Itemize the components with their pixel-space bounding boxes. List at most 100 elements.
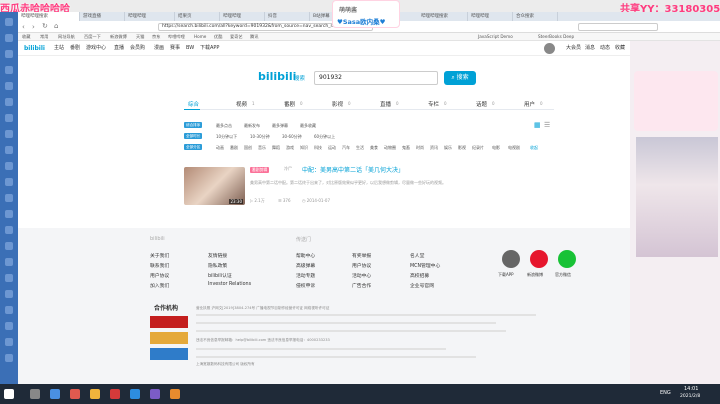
toolbar-icon[interactable] (5, 338, 13, 346)
filter-option[interactable]: 60分钟以上 (314, 134, 335, 140)
filter-option[interactable]: 10分钟以下 (216, 134, 237, 140)
taskbar-app-icon[interactable] (50, 389, 60, 399)
category-tab[interactable]: 专栏 (428, 100, 439, 108)
browser-tab[interactable]: 抖音 (265, 12, 310, 21)
zone-option[interactable]: 汽车 (342, 145, 350, 151)
zone-option[interactable]: 电影 (492, 145, 500, 151)
zone-option[interactable]: 音乐 (258, 145, 266, 151)
toolbar-icon[interactable] (5, 354, 13, 362)
list-view-icon[interactable]: ☰ (544, 121, 550, 129)
result-uploader[interactable]: 冷尸 (284, 166, 292, 172)
toolbar-icon[interactable] (5, 66, 13, 74)
home-icon[interactable]: ⌂ (54, 22, 58, 30)
nav-item[interactable]: 下载APP (200, 41, 219, 56)
toolbar-icon[interactable] (5, 226, 13, 234)
footer-link[interactable]: Investor Relations (208, 282, 251, 287)
zone-option[interactable]: 运动 (328, 145, 336, 151)
toolbar-icon[interactable] (5, 162, 13, 170)
nav-item[interactable]: 直播 (114, 41, 124, 56)
collapse-filters-link[interactable]: 收起 (530, 145, 538, 151)
zone-option[interactable]: 影视 (458, 145, 466, 151)
toolbar-icon[interactable] (5, 322, 13, 330)
toolbar-icon[interactable] (5, 130, 13, 138)
bookmark-item[interactable]: 常用 (40, 33, 48, 41)
bookmark-item[interactable]: 新浪微博 (110, 33, 127, 41)
filter-option[interactable]: 最新发布 (244, 123, 260, 129)
toolbar-icon[interactable] (5, 114, 13, 122)
nav-item[interactable]: 会员购 (130, 41, 145, 56)
footer-link[interactable]: 企业号官网 (410, 282, 434, 289)
refresh-icon[interactable]: ↻ (42, 22, 48, 30)
footer-link[interactable]: 有奖举报 (352, 252, 371, 259)
nav-item[interactable]: 漫画 (154, 41, 164, 56)
footer-link[interactable]: 活动中心 (352, 272, 371, 279)
toolbar-icon[interactable] (5, 242, 13, 250)
nav-item[interactable]: 主站 (54, 41, 64, 56)
input-language[interactable]: ENG (660, 390, 671, 396)
footer-link[interactable]: 关于我们 (150, 252, 169, 259)
footer-link[interactable]: 隐私政策 (208, 262, 227, 269)
zone-option[interactable]: 舞蹈 (272, 145, 280, 151)
grid-view-icon[interactable]: ▦ (534, 121, 541, 129)
partner-logo[interactable] (150, 316, 188, 328)
browser-tab[interactable]: 合众搜索 (513, 12, 558, 21)
footer-link[interactable]: 高级弹幕 (296, 262, 315, 269)
back-icon[interactable]: ‹ (22, 23, 25, 31)
toolbar-icon[interactable] (5, 258, 13, 266)
taskbar-app-icon[interactable] (170, 389, 180, 399)
bookmark-item[interactable]: 百度一下 (84, 33, 101, 41)
bookmark-item[interactable]: 天猫 (136, 33, 144, 41)
toolbar-icon[interactable] (5, 194, 13, 202)
footer-link[interactable]: MCN管理中心 (410, 262, 440, 269)
footer-link[interactable]: bilibili认证 (208, 272, 232, 279)
search-input[interactable]: 901932 (314, 71, 438, 85)
filter-option[interactable]: 最多弹幕 (272, 123, 288, 129)
bookmark-item[interactable]: 哔哩哔哩 (168, 33, 185, 41)
browser-tab[interactable]: 哔哩哔哩搜索 (18, 12, 80, 21)
nav-item[interactable]: BW (186, 41, 194, 56)
bookmark-item[interactable]: 京东 (152, 33, 160, 41)
zone-option[interactable]: 资讯 (430, 145, 438, 151)
taskbar-app-icon[interactable] (70, 389, 80, 399)
nav-item[interactable]: 游戏中心 (86, 41, 106, 56)
zone-option[interactable]: 电视剧 (508, 145, 520, 151)
taskbar-app-icon[interactable] (150, 389, 160, 399)
footer-link[interactable]: 名人堂 (410, 252, 424, 259)
footer-link[interactable]: 友情链接 (208, 252, 227, 259)
partner-logo[interactable] (150, 348, 188, 360)
category-tab[interactable]: 番剧 (284, 100, 295, 108)
zone-option[interactable]: 动画 (216, 145, 224, 151)
zone-option[interactable]: 番剧 (230, 145, 238, 151)
toolbar-icon[interactable] (5, 210, 13, 218)
forward-icon[interactable]: › (32, 23, 35, 31)
filter-option[interactable]: 30-60分钟 (282, 134, 302, 140)
browser-search-input[interactable] (578, 23, 658, 31)
footer-link[interactable]: 加入我们 (150, 282, 169, 289)
zone-option[interactable]: 纪录片 (472, 145, 484, 151)
browser-tab[interactable]: 哔哩哔哩 (220, 12, 265, 21)
footer-link[interactable]: 用户协议 (150, 272, 169, 279)
toolbar-icon[interactable] (5, 34, 13, 42)
footer-link[interactable]: 广告合作 (352, 282, 371, 289)
zone-option[interactable]: 游戏 (286, 145, 294, 151)
download-app-icon[interactable] (502, 250, 520, 268)
clock-date[interactable]: 2021/2/8 (680, 394, 700, 399)
wechat-icon[interactable] (558, 250, 576, 268)
footer-link[interactable]: 活动专题 (296, 272, 315, 279)
partner-logo[interactable] (150, 332, 188, 344)
zone-option[interactable]: 动物圈 (384, 145, 396, 151)
zone-option[interactable]: 国创 (244, 145, 252, 151)
toolbar-icon[interactable] (5, 306, 13, 314)
bookmark-item[interactable]: SteerBooks Deep (538, 33, 574, 41)
filter-option[interactable]: 10-30分钟 (250, 134, 270, 140)
zone-option[interactable]: 鬼畜 (402, 145, 410, 151)
filter-option[interactable]: 最多收藏 (300, 123, 316, 129)
nav-right-item[interactable]: 消息 (585, 41, 595, 56)
footer-link[interactable]: 高校招募 (410, 272, 429, 279)
filter-chip[interactable]: 全部分区 (184, 144, 203, 150)
nav-right-item[interactable]: 动态 (600, 41, 610, 56)
taskbar-app-icon[interactable] (110, 389, 120, 399)
zone-option[interactable]: 科技 (314, 145, 322, 151)
nav-right-item[interactable]: 大会员 (566, 41, 581, 56)
toolbar-icon[interactable] (5, 82, 13, 90)
